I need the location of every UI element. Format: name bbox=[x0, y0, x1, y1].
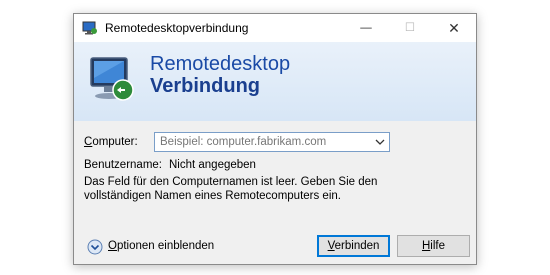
app-icon bbox=[82, 21, 97, 35]
maximize-button[interactable]: ☐ bbox=[388, 14, 432, 42]
computer-combobox[interactable]: Beispiel: computer.fabrikam.com bbox=[154, 132, 390, 152]
chevron-down-icon[interactable] bbox=[374, 136, 386, 148]
remote-desktop-window: Remotedesktopverbindung — ☐ ✕ Remotedesk… bbox=[73, 13, 477, 265]
computer-input-placeholder[interactable]: Beispiel: computer.fabrikam.com bbox=[160, 136, 326, 148]
close-button[interactable]: ✕ bbox=[432, 14, 476, 42]
username-value: Nicht angegeben bbox=[169, 159, 256, 171]
computer-label-text: omputer: bbox=[92, 136, 138, 148]
title-bar[interactable]: Remotedesktopverbindung — ☐ ✕ bbox=[74, 14, 476, 42]
window-title: Remotedesktopverbindung bbox=[105, 21, 249, 35]
options-text: ptionen einblenden bbox=[116, 240, 215, 252]
help-button[interactable]: Hilfe bbox=[397, 235, 470, 257]
minimize-button[interactable]: — bbox=[344, 14, 388, 42]
banner-title-line1: Remotedesktop bbox=[150, 53, 291, 75]
remote-desktop-monitor-icon bbox=[90, 57, 134, 101]
info-message: Das Feld für den Computernamen ist leer.… bbox=[84, 176, 378, 202]
help-text: ilfe bbox=[430, 240, 445, 252]
username-label: Benutzername: bbox=[84, 159, 162, 171]
banner-title-line2: Verbindung bbox=[150, 75, 260, 97]
expand-chevron-icon[interactable] bbox=[87, 239, 103, 255]
connect-button[interactable]: Verbinden bbox=[317, 235, 390, 257]
header-banner: Remotedesktop Verbindung bbox=[74, 42, 476, 121]
options-access-key: O bbox=[108, 240, 117, 252]
connect-text: erbinden bbox=[334, 240, 380, 252]
show-options-label[interactable]: Optionen einblenden bbox=[108, 240, 214, 252]
connect-access-key: V bbox=[327, 240, 335, 252]
computer-label: Computer: bbox=[84, 136, 138, 148]
